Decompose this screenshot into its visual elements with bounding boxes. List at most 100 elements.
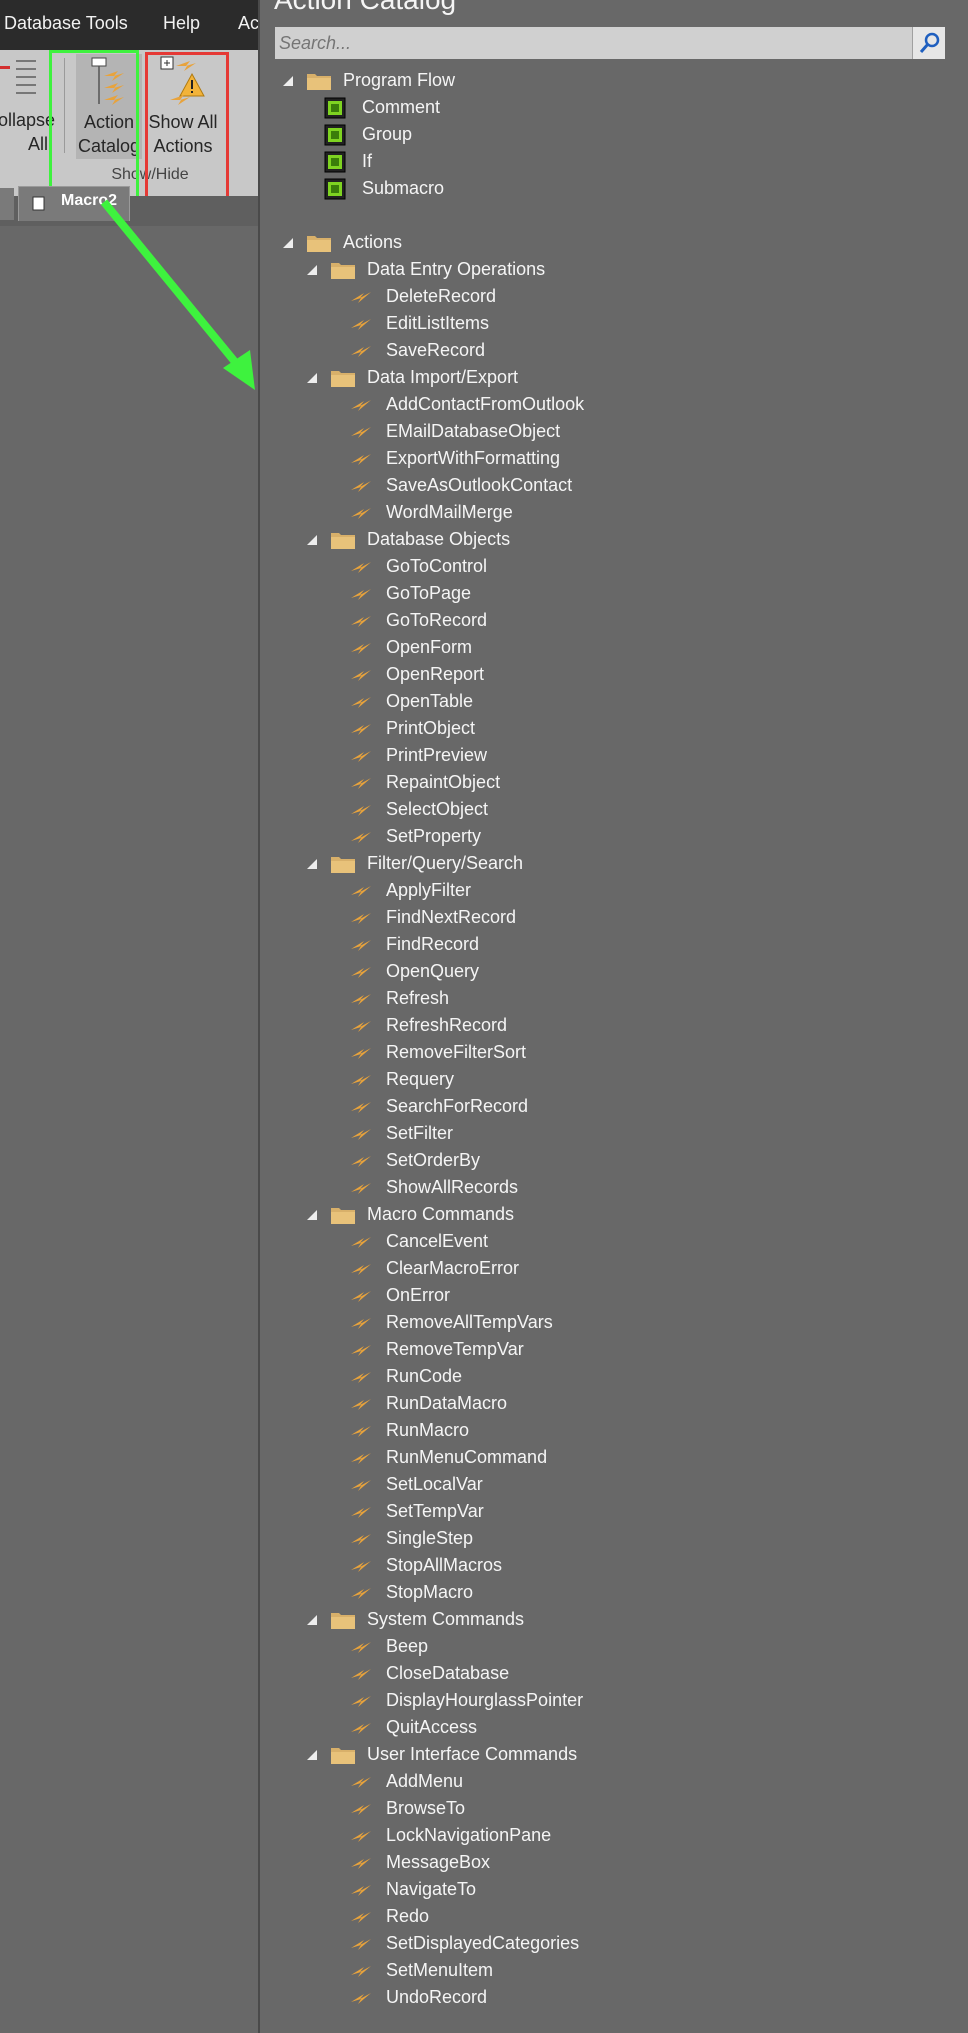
tree-item-label: ClearMacroError xyxy=(386,1258,520,1278)
search-input[interactable] xyxy=(275,27,915,59)
menu-partial[interactable]: Ac xyxy=(238,13,259,34)
menu-database-tools[interactable]: Database Tools xyxy=(4,13,128,34)
tree-action-item[interactable]: CloseDatabase xyxy=(350,1660,509,1687)
tree-action-item[interactable]: Refresh xyxy=(350,985,449,1012)
tree-action-item[interactable]: Beep xyxy=(350,1633,428,1660)
tree-action-item[interactable]: CancelEvent xyxy=(350,1228,488,1255)
tree-action-item[interactable]: RepaintObject xyxy=(350,769,500,796)
tree-item-label: OpenForm xyxy=(386,637,473,657)
expand-triangle-icon[interactable] xyxy=(307,264,317,275)
expand-triangle-icon[interactable] xyxy=(307,372,317,383)
tree-action-item[interactable]: AddContactFromOutlook xyxy=(350,391,584,418)
tree-flow-item[interactable]: If xyxy=(324,148,372,175)
tree-action-item[interactable]: ShowAllRecords xyxy=(350,1174,518,1201)
tree-action-item[interactable]: OpenForm xyxy=(350,634,472,661)
tree-flow-item[interactable]: Submacro xyxy=(324,175,444,202)
tree-action-item[interactable]: RunMacro xyxy=(350,1417,469,1444)
tree-action-item[interactable]: RemoveFilterSort xyxy=(350,1039,526,1066)
tree-action-item[interactable]: UndoRecord xyxy=(350,1984,487,2011)
tree-folder-row[interactable]: Actions xyxy=(283,229,402,256)
tree-action-item[interactable]: RemoveAllTempVars xyxy=(350,1309,553,1336)
tree-action-item[interactable]: PrintObject xyxy=(350,715,475,742)
expand-triangle-icon[interactable] xyxy=(307,858,317,869)
tree-item-label: User Interface Commands xyxy=(367,1744,578,1764)
expand-triangle-icon[interactable] xyxy=(307,1209,317,1220)
tree-action-item[interactable]: OnError xyxy=(350,1282,450,1309)
tree-action-item[interactable]: WordMailMerge xyxy=(350,499,513,526)
collapse-all-button[interactable]: ollapse All xyxy=(0,50,55,158)
tree-action-item[interactable]: EditListItems xyxy=(350,310,489,337)
action-lightning-icon xyxy=(351,696,371,708)
tree-action-item[interactable]: RunDataMacro xyxy=(350,1390,507,1417)
tree-action-item[interactable]: FindRecord xyxy=(350,931,479,958)
tree-action-item[interactable]: SearchForRecord xyxy=(350,1093,528,1120)
tree-action-item[interactable]: DeleteRecord xyxy=(350,283,496,310)
expand-triangle-icon[interactable] xyxy=(307,1614,317,1625)
tree-action-item[interactable]: OpenReport xyxy=(350,661,484,688)
tree-action-item[interactable]: ClearMacroError xyxy=(350,1255,519,1282)
tree-action-item[interactable]: OpenQuery xyxy=(350,958,479,985)
tree-action-item[interactable]: StopAllMacros xyxy=(350,1552,502,1579)
tree-action-item[interactable]: LockNavigationPane xyxy=(350,1822,551,1849)
tree-folder-row[interactable]: System Commands xyxy=(307,1606,524,1633)
tree-action-item[interactable]: EMailDatabaseObject xyxy=(350,418,560,445)
tree-action-item[interactable]: AddMenu xyxy=(350,1768,463,1795)
tree-item-label: UndoRecord xyxy=(386,1987,488,2007)
expand-triangle-icon[interactable] xyxy=(283,237,293,248)
expand-triangle-icon[interactable] xyxy=(283,75,293,86)
tree-action-item[interactable]: Redo xyxy=(350,1903,429,1930)
search-button[interactable] xyxy=(912,27,945,59)
expand-triangle-icon[interactable] xyxy=(307,534,317,545)
tree-action-item[interactable]: ApplyFilter xyxy=(350,877,471,904)
tree-folder-row[interactable]: Macro Commands xyxy=(307,1201,514,1228)
tree-action-item[interactable]: RunCode xyxy=(350,1363,462,1390)
tree-action-item[interactable]: BrowseTo xyxy=(350,1795,465,1822)
tree-action-item[interactable]: SetTempVar xyxy=(350,1498,484,1525)
tree-action-item[interactable]: SetOrderBy xyxy=(350,1147,480,1174)
tree-folder-row[interactable]: Program Flow xyxy=(283,67,455,94)
tree-action-item[interactable]: ExportWithFormatting xyxy=(350,445,560,472)
tree-item-label: QuitAccess xyxy=(386,1717,478,1737)
expand-triangle-icon[interactable] xyxy=(307,1749,317,1760)
action-lightning-icon xyxy=(351,669,371,681)
menu-help[interactable]: Help xyxy=(163,13,200,34)
tree-action-item[interactable]: NavigateTo xyxy=(350,1876,476,1903)
tree-action-item[interactable]: SelectObject xyxy=(350,796,488,823)
tree-action-item[interactable]: SetFilter xyxy=(350,1120,453,1147)
tree-action-item[interactable]: QuitAccess xyxy=(350,1714,477,1741)
tree-folder-row[interactable]: Database Objects xyxy=(307,526,510,553)
tree-action-item[interactable]: GoToControl xyxy=(350,553,487,580)
tree-item-label: SaveAsOutlookContact xyxy=(386,475,573,495)
tree-action-item[interactable]: OpenTable xyxy=(350,688,473,715)
action-lightning-icon xyxy=(351,750,371,762)
tree-action-item[interactable]: RemoveTempVar xyxy=(350,1336,524,1363)
tree-action-item[interactable]: Requery xyxy=(350,1066,454,1093)
tree-action-item[interactable]: GoToRecord xyxy=(350,607,487,634)
action-lightning-icon xyxy=(351,723,371,735)
tree-action-item[interactable]: PrintPreview xyxy=(350,742,487,769)
tree-folder-row[interactable]: Filter/Query/Search xyxy=(307,850,523,877)
tree-action-item[interactable]: GoToPage xyxy=(350,580,471,607)
tree-action-item[interactable]: SetLocalVar xyxy=(350,1471,483,1498)
tree-item-label: GoToRecord xyxy=(386,610,488,630)
tree-action-item[interactable]: SetDisplayedCategories xyxy=(350,1930,579,1957)
tree-action-item[interactable]: SetProperty xyxy=(350,823,481,850)
tree-folder-row[interactable]: Data Import/Export xyxy=(307,364,518,391)
tree-flow-item[interactable]: Group xyxy=(324,121,412,148)
tree-action-item[interactable]: FindNextRecord xyxy=(350,904,516,931)
tree-folder-row[interactable]: Data Entry Operations xyxy=(307,256,545,283)
tree-item-label: FindRecord xyxy=(386,934,480,954)
tree-action-item[interactable]: RefreshRecord xyxy=(350,1012,507,1039)
action-lightning-icon xyxy=(351,1641,371,1653)
tree-action-item[interactable]: StopMacro xyxy=(350,1579,473,1606)
tree-action-item[interactable]: RunMenuCommand xyxy=(350,1444,547,1471)
tree-action-item[interactable]: SetMenuItem xyxy=(350,1957,493,1984)
tree-flow-item[interactable]: Comment xyxy=(324,94,440,121)
tree-action-item[interactable]: SaveRecord xyxy=(350,337,485,364)
tree-folder-row[interactable]: User Interface Commands xyxy=(307,1741,577,1768)
tree-action-item[interactable]: SaveAsOutlookContact xyxy=(350,472,572,499)
tree-action-item[interactable]: SingleStep xyxy=(350,1525,473,1552)
folder-icon xyxy=(331,1207,355,1224)
tree-action-item[interactable]: DisplayHourglassPointer xyxy=(350,1687,583,1714)
tree-action-item[interactable]: MessageBox xyxy=(350,1849,490,1876)
